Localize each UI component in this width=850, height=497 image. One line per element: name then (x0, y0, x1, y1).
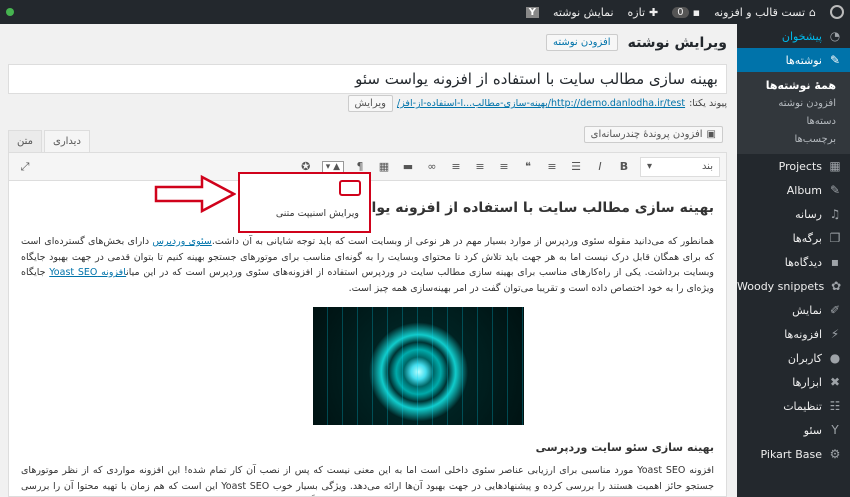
sidebar-item-users[interactable]: ● کاربران (737, 346, 850, 370)
sidebar-item-pikart-base[interactable]: ⚙ Pikart Base (737, 442, 850, 466)
submenu-categories[interactable]: دسته‌ها (737, 112, 850, 130)
sidebar-item-projects[interactable]: ▦ Projects (737, 154, 850, 178)
view-post-link[interactable]: نمایش نوشته (553, 6, 614, 19)
content-link-yoast[interactable]: افزونه Yoast SEO (49, 267, 126, 278)
tab-text[interactable]: متن (8, 130, 42, 153)
annotation-arrow-icon (154, 174, 236, 214)
sidebar-item-seo[interactable]: Y سئو (737, 418, 850, 442)
admin-bar: ⌂ تست قالب و افزونه ▪ 0 ✚ تازه نمایش نوشته … (0, 0, 850, 24)
comment-icon: ▪ (692, 5, 701, 19)
status-dot-icon (6, 8, 14, 16)
yoast-icon: Y (831, 423, 839, 437)
plugin-icon: ⚡ (830, 327, 840, 341)
main-content: ویرایش نوشته افزودن نوشته بهینه سازی مطا… (0, 24, 737, 497)
sidebar-item-pages[interactable]: ❐ برگه‌ها (737, 226, 850, 250)
numbered-list-icon[interactable]: ≡ (544, 160, 560, 173)
posts-submenu: همهٔ نوشته‌ها افزودن نوشته دسته‌ها برچسب… (737, 72, 850, 154)
sidebar-item-tools[interactable]: ✖ ابزارها (737, 370, 850, 394)
content-subheading: بهینه سازی سئو سایت وردپرسی (535, 440, 714, 454)
page-heading: ویرایش نوشته افزودن نوشته (546, 34, 727, 51)
snippet-dropdown-button[interactable]: ▲ ▾ (321, 160, 344, 173)
snippets-icon: ✿ (831, 279, 842, 293)
wrench-icon: ✖ (829, 375, 841, 389)
align-center-icon[interactable]: ≡ (472, 160, 488, 173)
home-icon: ⌂ (809, 5, 816, 19)
site-name-link[interactable]: ⌂ تست قالب و افزونه (714, 6, 816, 19)
fullscreen-icon[interactable]: ⤢ (17, 160, 33, 174)
sidebar-item-album[interactable]: ✎ Album (737, 178, 850, 202)
wordpress-logo-icon[interactable] (830, 5, 844, 19)
permalink-edit-button[interactable]: ویرایش (347, 95, 393, 112)
content-paragraph-2: افزونه Yoast SEO مورد مناسبی برای ارزیاب… (21, 464, 714, 492)
permalink-row: پیوند یکتا: http://demo.danlodha.ir/test… (347, 95, 727, 112)
snippet-button-highlight (339, 180, 361, 196)
add-media-button[interactable]: ▣ افزودن پروندهٔ چندرسانه‌ای (583, 126, 723, 143)
bullet-list-icon[interactable]: ☰ (568, 160, 584, 173)
link-icon[interactable]: ∞ (424, 160, 440, 173)
pikart-icon: ⚙ (829, 447, 841, 461)
pages-icon: ❐ (829, 231, 841, 245)
media-icon: ♫ (829, 207, 841, 221)
submenu-all-posts[interactable]: همهٔ نوشته‌ها (737, 76, 850, 94)
sidebar-item-settings[interactable]: ☷ تنظیمات (737, 394, 850, 418)
yoast-icon[interactable]: Y (525, 6, 539, 18)
sidebar-item-suggest[interactable]: ◔ پیشخوان (737, 24, 850, 48)
media-icon: ▣ (706, 129, 716, 140)
add-new-button[interactable]: افزودن نوشته (546, 34, 618, 51)
dashboard-icon: ◔ (829, 29, 841, 43)
submenu-add-post[interactable]: افزودن نوشته (737, 94, 850, 112)
content-paragraph-1: همانطور که می‌دانید مقوله سئوی وردپرس از… (21, 236, 714, 295)
editor-tabs: متن دیداری (8, 130, 90, 153)
sidebar-item-posts[interactable]: ✎ نوشته‌ها (729, 48, 850, 72)
user-icon: ● (829, 351, 841, 365)
toolbar-toggle-icon[interactable]: ▦ (376, 160, 392, 173)
snippet-dropdown-menu: ویرایش اسنیپت متنی (238, 172, 371, 233)
content-link[interactable]: سئوی وردپرس (152, 236, 211, 247)
album-icon: ✎ (829, 183, 841, 197)
align-right-icon[interactable]: ≡ (496, 160, 512, 173)
permalink-label: پیوند یکتا: (689, 98, 727, 109)
submenu-tags[interactable]: برچسب‌ها (737, 130, 850, 148)
tab-visual[interactable]: دیداری (44, 130, 90, 153)
sidebar-item-media[interactable]: ♫ رسانه (737, 202, 850, 226)
sidebar-item-appearance[interactable]: ✐ نمایش (737, 298, 850, 322)
sidebar-item-comments[interactable]: ▪ دیدگاه‌ها (737, 250, 850, 274)
italic-icon[interactable]: I (592, 160, 608, 173)
bold-icon[interactable]: B (616, 160, 632, 173)
page-title: ویرایش نوشته (627, 34, 727, 51)
menu-item-edit-snippet[interactable]: ویرایش اسنیپت متنی (276, 208, 359, 219)
post-title-input[interactable]: بهینه سازی مطالب سایت با استفاده از افزو… (8, 64, 727, 94)
brush-icon: ✐ (829, 303, 841, 317)
sidebar-item-plugins[interactable]: ⚡ افزونه‌ها (737, 322, 850, 346)
comments-icon: ▪ (830, 255, 840, 269)
sidebar-item-woody-snippets[interactable]: ✿ Woody snippets (737, 274, 850, 298)
pin-icon: ✎ (829, 53, 841, 67)
projects-icon: ▦ (829, 159, 841, 173)
admin-sidebar: ◔ پیشخوان ✎ نوشته‌ها همهٔ نوشته‌ها افزودن … (729, 24, 850, 497)
new-content-link[interactable]: ✚ تازه (628, 6, 659, 19)
content-image[interactable] (313, 306, 524, 425)
read-more-icon[interactable]: ▬ (400, 160, 416, 173)
permalink-link[interactable]: http://demo.danlodha.ir/test/بهینه-سازی-… (397, 98, 685, 109)
settings-icon: ☷ (829, 399, 841, 413)
blockquote-icon[interactable]: ❝ (520, 160, 536, 173)
plus-icon: ✚ (649, 5, 659, 19)
format-select[interactable]: بند ▾ (640, 156, 720, 177)
comments-link[interactable]: ▪ 0 (672, 6, 700, 19)
align-left-icon[interactable]: ≡ (448, 160, 464, 173)
chevron-down-icon: ▾ (647, 161, 653, 172)
